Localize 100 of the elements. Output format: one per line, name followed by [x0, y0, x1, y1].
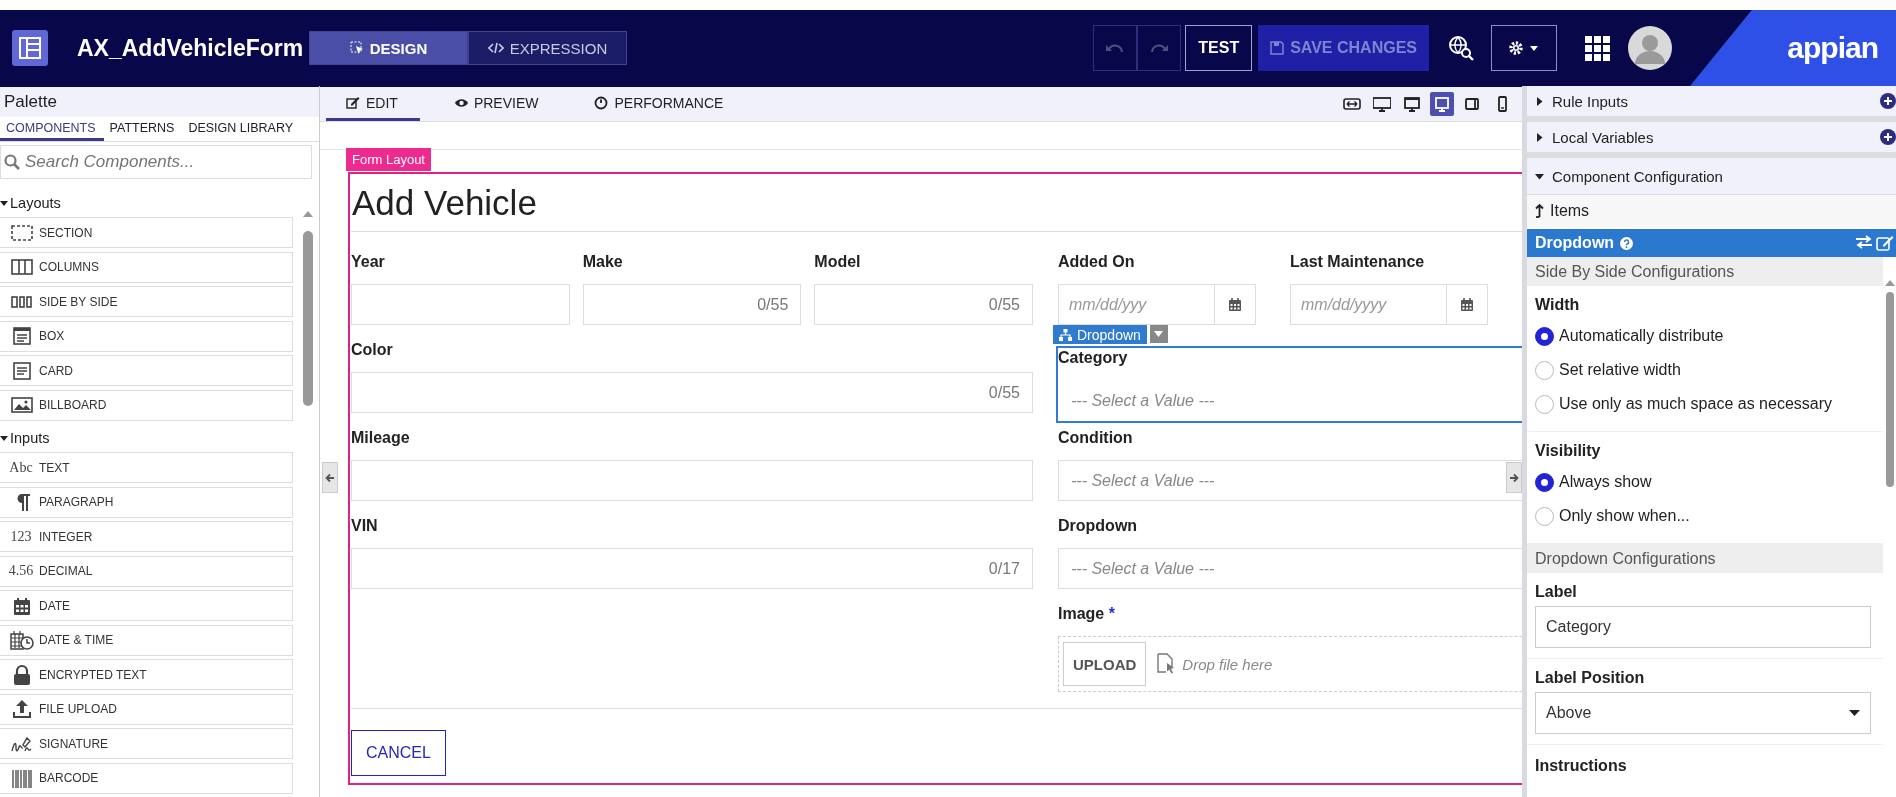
view-tab[interactable]: PERFORMANCE — [574, 87, 746, 121]
palette-group-header[interactable]: Layouts — [0, 189, 296, 217]
palette-item[interactable]: ENCRYPTED TEXT — [0, 659, 293, 690]
file-drop-zone[interactable]: UPLOAD Drop file here — [1058, 636, 1522, 692]
panel-section-header[interactable]: Rule Inputs — [1527, 86, 1896, 122]
text-field[interactable]: 0/55 — [582, 284, 802, 325]
radio-button[interactable] — [1535, 506, 1554, 526]
settings-icon — [1507, 39, 1541, 57]
palette-item[interactable]: BILLBOARD — [0, 389, 293, 421]
add-icon[interactable] — [1880, 93, 1896, 109]
palette-item[interactable]: PARAGRAPH — [0, 486, 293, 518]
caret-icon — [1154, 331, 1164, 337]
help-icon[interactable] — [1620, 236, 1634, 250]
select-value: Above — [1546, 704, 1592, 722]
settings-menu-button[interactable] — [1491, 25, 1557, 71]
caret-icon — [1535, 171, 1544, 181]
glyph-icon: Abc — [5, 459, 37, 476]
menu-caret-button[interactable] — [1149, 325, 1168, 343]
radio-label[interactable]: Only show when... — [1559, 507, 1690, 525]
radio-label[interactable]: Automatically distribute — [1559, 327, 1724, 345]
text-field[interactable]: 0/55 — [351, 372, 1033, 413]
search-field[interactable]: Search Components... — [0, 145, 312, 179]
palette-group-header[interactable]: Inputs — [0, 424, 296, 452]
panel-section-header[interactable]: Local Variables — [1527, 122, 1896, 158]
calendar-button[interactable] — [1447, 284, 1488, 325]
palette-item[interactable]: FILE UPLOAD — [0, 693, 293, 725]
test-button[interactable]: TEST — [1185, 25, 1253, 71]
radio-label[interactable]: Set relative width — [1559, 361, 1681, 379]
palette-tab[interactable]: DESIGN LIBRARY — [182, 117, 302, 141]
palette-item[interactable]: 4.56 DECIMAL — [0, 555, 293, 587]
card-icon — [10, 359, 34, 382]
glyph-icon: 123 — [5, 528, 37, 545]
text-field[interactable] — [351, 284, 570, 325]
palette-item[interactable]: CARD — [0, 355, 293, 386]
palette-item[interactable]: Abc TEXT — [0, 452, 293, 483]
field-label: Model — [814, 252, 862, 272]
dropdown-field[interactable]: --- Select a Value --- — [1058, 460, 1522, 501]
selection-frame[interactable]: Category --- Select a Value --- — [1056, 346, 1522, 423]
select-field[interactable]: Above — [1535, 692, 1871, 734]
app-title: AX_AddVehicleForm — [77, 34, 305, 62]
calendar-icon — [1228, 298, 1242, 311]
barcode-icon — [10, 767, 34, 789]
palette-item[interactable]: SIGNATURE — [0, 728, 293, 759]
radio-label[interactable]: Always show — [1559, 473, 1652, 491]
palette-item[interactable]: SIDE BY SIDE — [0, 286, 293, 317]
collapse-handle[interactable] — [1506, 462, 1522, 493]
text-field[interactable]: 0/55 — [814, 284, 1033, 325]
upload-button[interactable]: UPLOAD — [1063, 642, 1147, 686]
palette-item[interactable]: SECTION — [0, 217, 293, 248]
left-arrow-icon — [325, 472, 335, 483]
avatar[interactable] — [1628, 26, 1672, 70]
palette-item[interactable]: DATE & TIME — [0, 624, 293, 656]
field-label: Color — [351, 340, 394, 360]
character-counter: 0/55 — [988, 295, 1020, 314]
palette-item[interactable]: 123 INTEGER — [0, 521, 293, 552]
device-size-button[interactable] — [1430, 92, 1454, 116]
radio-button[interactable] — [1535, 394, 1554, 414]
component-tag[interactable]: Dropdown — [1053, 325, 1147, 344]
palette-item[interactable]: BARCODE — [0, 762, 293, 794]
panel-section-header[interactable]: Component Configuration — [1527, 158, 1896, 195]
palette-tab[interactable]: COMPONENTS — [0, 117, 104, 141]
dropdown-field[interactable]: --- Select a Value --- — [1058, 548, 1522, 589]
scroll-up-icon[interactable] — [303, 210, 313, 217]
wide-monitor-icon — [1373, 95, 1391, 113]
mode-tab[interactable]: EXPRESSION — [468, 31, 627, 65]
form-layout-frame[interactable] — [348, 172, 1522, 785]
radio-button[interactable] — [1535, 360, 1554, 380]
globe-search-icon[interactable] — [1447, 34, 1475, 62]
text-field[interactable]: 0/17 — [351, 548, 1033, 589]
apps-grid-icon[interactable] — [1585, 35, 1610, 61]
component-title: Dropdown — [1535, 234, 1615, 252]
palette-item[interactable]: DATE — [0, 590, 293, 621]
field-label: Image * — [1058, 604, 1116, 624]
scroll-up-icon[interactable] — [1885, 279, 1895, 286]
view-tab[interactable]: EDIT — [326, 87, 420, 121]
add-icon[interactable] — [1880, 129, 1896, 145]
property-label: Instructions — [1535, 757, 1628, 775]
field-label: Category — [1058, 348, 1129, 368]
cancel-button[interactable]: CANCEL — [351, 730, 446, 776]
swap-icon[interactable] — [1855, 235, 1873, 249]
palette-item[interactable]: BOX — [0, 320, 293, 352]
palette-tab[interactable]: PATTERNS — [103, 117, 183, 141]
collapse-handle[interactable] — [322, 462, 338, 493]
breadcrumb-link[interactable]: Items — [1527, 195, 1896, 227]
scrollbar-thumb[interactable] — [1886, 292, 1894, 487]
character-counter: 0/17 — [988, 559, 1020, 578]
calendar-icon — [1460, 298, 1474, 311]
radio-label[interactable]: Use only as much space as necessary — [1559, 395, 1832, 413]
scrollbar-thumb[interactable] — [303, 231, 313, 406]
palette-item[interactable]: COLUMNS — [0, 251, 293, 283]
caret-icon — [1535, 132, 1544, 142]
radio-button[interactable] — [1535, 326, 1554, 346]
radio-button[interactable] — [1535, 472, 1554, 492]
calendar-button[interactable] — [1215, 284, 1256, 325]
text-field[interactable]: Category — [1535, 606, 1871, 648]
text-field[interactable] — [351, 460, 1033, 501]
view-tab[interactable]: PREVIEW — [433, 87, 561, 121]
mode-tab[interactable]: DESIGN — [309, 31, 468, 65]
component-tag[interactable]: Form Layout — [346, 148, 431, 171]
edit-icon[interactable] — [1876, 235, 1894, 251]
